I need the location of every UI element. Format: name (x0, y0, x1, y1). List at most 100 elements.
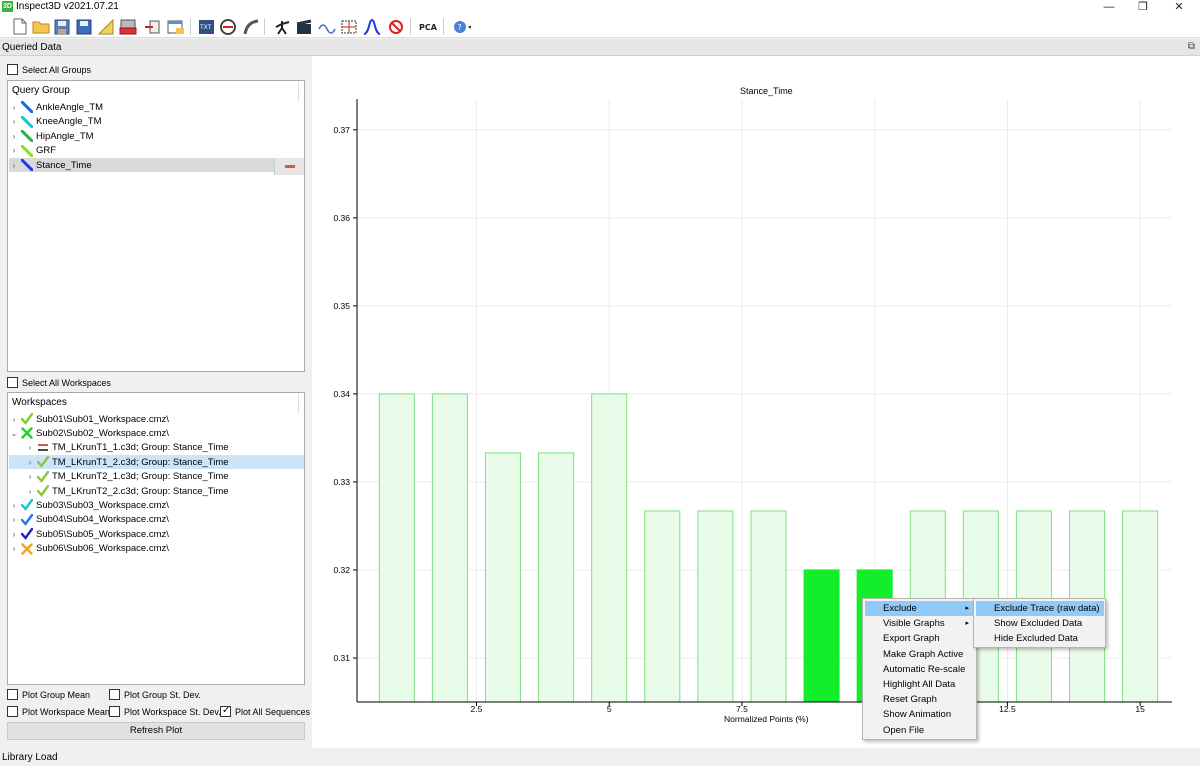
refresh-plot-button[interactable]: Refresh Plot (7, 722, 305, 740)
query-group-item[interactable]: › HipAngle_TM (9, 129, 304, 143)
new-file-icon[interactable] (10, 17, 29, 36)
expand-chevron-icon[interactable]: › (9, 501, 19, 510)
workspace-item[interactable]: › Sub05\Sub05_Workspace.cmz\ (9, 527, 304, 541)
dock-float-icon[interactable]: ⧉ (1188, 41, 1195, 52)
export-icon[interactable] (143, 17, 162, 36)
workspace-item[interactable]: › Sub03\Sub03_Workspace.cmz\ (9, 498, 304, 512)
context-menu-item[interactable]: Highlight All Data (865, 677, 975, 692)
trial-item[interactable]: › TM_LKrunT1_1.c3d; Group: Stance_Time (9, 441, 304, 455)
chevron-down-icon[interactable]: ⌄ (9, 429, 19, 438)
expand-chevron-icon[interactable]: › (9, 161, 19, 170)
save-as-icon[interactable] (74, 17, 93, 36)
query-group-item[interactable]: › Stance_Time (9, 158, 304, 175)
exclude-submenu: Exclude Trace (raw data) Show Excluded Da… (973, 598, 1106, 648)
context-menu-item[interactable]: Reset Graph (865, 692, 975, 707)
window-layout-icon[interactable] (166, 17, 185, 36)
workspace-item[interactable]: › Sub06\Sub06_Workspace.cmz\ (9, 542, 304, 556)
expand-chevron-icon[interactable]: › (9, 132, 19, 141)
context-menu-item[interactable]: Show Animation (865, 707, 975, 722)
context-menu-item[interactable]: Make Graph Active (865, 647, 975, 662)
plot-group-mean-checkbox[interactable]: Plot Group Mean (7, 689, 90, 700)
workspace-label: Sub02\Sub02_Workspace.cmz\ (36, 427, 169, 439)
pca-icon[interactable]: PCA (418, 17, 437, 36)
group-color-icon (20, 144, 34, 157)
help-icon[interactable]: ? (452, 17, 471, 36)
text-export-icon[interactable]: TXT (197, 17, 216, 36)
plot-group-mean-label: Plot Group Mean (22, 689, 91, 700)
query-group-header: Query Group (12, 85, 70, 96)
query-group-item[interactable]: › GRF (9, 144, 304, 158)
expand-chevron-icon[interactable]: › (25, 443, 35, 452)
plot-group-stdev-checkbox[interactable]: Plot Group St. Dev. (109, 689, 201, 700)
context-menu-item[interactable]: Visible Graphs ▸ (865, 616, 975, 631)
trial-item[interactable]: › TM_LKrunT1_2.c3d; Group: Stance_Time (9, 455, 304, 470)
workspace-item[interactable]: › Sub04\Sub04_Workspace.cmz\ (9, 513, 304, 527)
expand-chevron-icon[interactable]: › (9, 515, 19, 524)
svg-text:PCA: PCA (419, 23, 437, 32)
check-status-icon (36, 470, 50, 483)
expand-chevron-icon[interactable]: › (9, 530, 19, 539)
checkbox-box[interactable] (7, 689, 18, 700)
context-menu-item[interactable]: Exclude ▸ (865, 601, 975, 616)
expand-chevron-icon[interactable]: › (25, 458, 35, 467)
expand-chevron-icon[interactable]: › (25, 472, 35, 481)
query-group-item[interactable]: › KneeAngle_TM (9, 115, 304, 129)
curve-tool-icon[interactable] (242, 17, 261, 36)
context-menu-item[interactable]: Open File (865, 723, 975, 738)
submenu-item[interactable]: Exclude Trace (raw data) (976, 601, 1104, 616)
context-menu-item[interactable]: Automatic Re-scale (865, 662, 975, 677)
context-menu-item[interactable]: Export Graph (865, 631, 975, 646)
check-status-icon (36, 455, 50, 469)
measure-icon[interactable] (96, 17, 115, 36)
expand-chevron-icon[interactable]: › (9, 103, 19, 112)
save-icon[interactable] (52, 17, 71, 36)
group-color-icon (20, 100, 34, 114)
close-button[interactable]: ✕ (1164, 0, 1194, 14)
checkbox-box[interactable] (7, 64, 18, 75)
plot-workspace-mean-checkbox[interactable]: Plot Workspace Mean (7, 706, 110, 717)
remove-group-button[interactable] (274, 158, 304, 175)
workspaces-panel: Workspaces › Sub01\Sub01_Workspace.cmz\ ⌄ S… (7, 392, 305, 685)
checkbox-box-checked[interactable] (220, 705, 231, 717)
select-all-workspaces-checkbox[interactable]: Select All Workspaces (7, 377, 111, 388)
plot-all-sequences-checkbox[interactable]: Plot All Sequences (220, 705, 310, 717)
exclude-signal-icon[interactable] (386, 17, 405, 36)
svg-text:?: ? (458, 23, 462, 32)
submenu-item[interactable]: Hide Excluded Data (976, 631, 1104, 646)
workspace-item[interactable]: ⌄ Sub02\Sub02_Workspace.cmz\ (9, 426, 304, 440)
checkbox-box[interactable] (7, 706, 18, 717)
workspace-item[interactable]: › Sub01\Sub01_Workspace.cmz\ (9, 412, 304, 426)
expand-chevron-icon[interactable]: › (9, 415, 19, 424)
skeleton-model-icon[interactable] (272, 17, 291, 36)
workspaces-header: Workspaces (12, 397, 67, 408)
restore-button[interactable]: ❐ (1128, 0, 1158, 14)
minimize-button[interactable]: — (1094, 0, 1124, 14)
select-all-groups-checkbox[interactable]: Select All Groups (7, 64, 91, 75)
trial-item[interactable]: › TM_LKrunT2_1.c3d; Group: Stance_Time (9, 470, 304, 484)
open-folder-icon[interactable] (31, 17, 50, 36)
checkbox-box[interactable] (7, 377, 18, 388)
expand-chevron-icon[interactable]: › (9, 117, 19, 126)
cmo-library-icon[interactable] (118, 17, 137, 36)
normal-curve-icon[interactable] (362, 17, 381, 36)
trial-item[interactable]: › TM_LKrunT2_2.c3d; Group: Stance_Time (9, 484, 304, 498)
grid-select-icon[interactable] (339, 17, 358, 36)
checkbox-box[interactable] (109, 706, 120, 717)
signal-icon[interactable] (317, 17, 336, 36)
query-group-item[interactable]: › AnkleAngle_TM (9, 100, 304, 114)
submenu-item[interactable]: Show Excluded Data (976, 616, 1104, 631)
plot-workspace-stdev-checkbox[interactable]: Plot Workspace St. Dev. (109, 706, 221, 717)
plot-group-stdev-label: Plot Group St. Dev. (124, 689, 201, 700)
expand-chevron-icon[interactable]: › (9, 146, 19, 155)
query-icon[interactable] (219, 17, 238, 36)
group-color-icon (20, 115, 34, 128)
workspace-label: Sub05\Sub05_Workspace.cmz\ (36, 528, 169, 540)
expand-chevron-icon[interactable]: › (9, 544, 19, 553)
graph-context-menu: Exclude ▸ Visible Graphs ▸ Export Graph Make … (862, 598, 977, 740)
expand-chevron-icon[interactable]: › (25, 487, 35, 496)
header-divider (298, 393, 299, 413)
animation-clapper-icon[interactable] (294, 17, 313, 36)
checkbox-box[interactable] (109, 689, 120, 700)
check-status-icon (20, 499, 34, 512)
dock-title: Queried Data (2, 42, 62, 53)
